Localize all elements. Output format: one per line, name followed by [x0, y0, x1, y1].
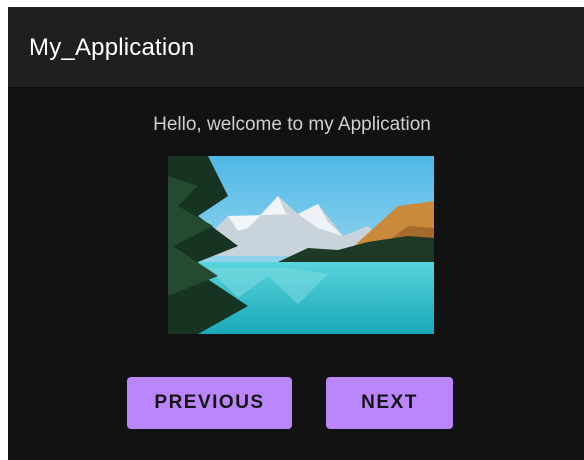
- welcome-text: Hello, welcome to my Application: [153, 114, 431, 135]
- app-bar: My_Application: [8, 7, 584, 87]
- previous-button[interactable]: PREVIOUS: [127, 377, 292, 429]
- app-window: My_Application Hello, welcome to my Appl…: [8, 7, 584, 460]
- next-button[interactable]: NEXT: [326, 377, 453, 429]
- app-title: My_Application: [29, 34, 195, 61]
- landscape-image: [168, 156, 434, 334]
